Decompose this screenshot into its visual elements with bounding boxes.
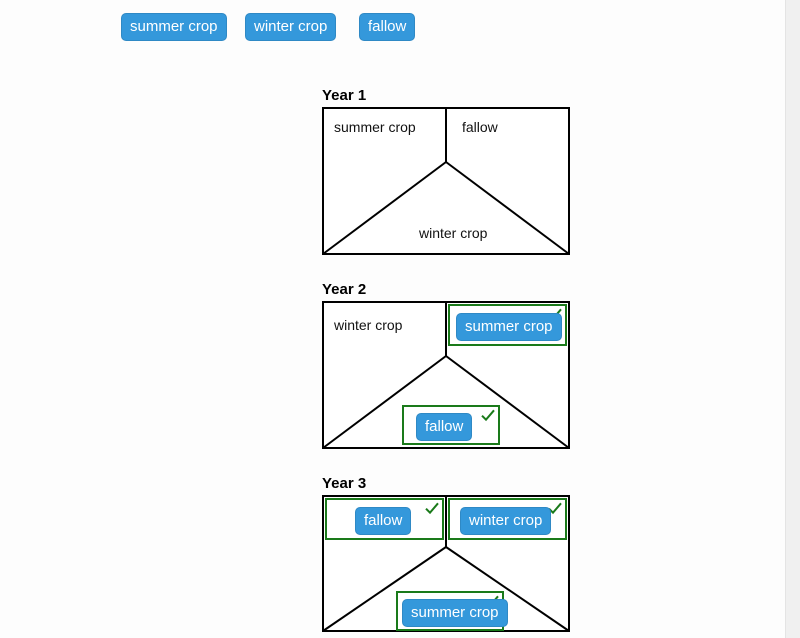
year1-field: summer crop fallow winter crop bbox=[322, 107, 570, 255]
year3-bottom-pill[interactable]: summer crop bbox=[402, 599, 508, 627]
year3-topleft-pill[interactable]: fallow bbox=[355, 507, 411, 535]
year3-topright-dropzone[interactable]: winter crop bbox=[448, 498, 567, 540]
year2-label: Year 2 bbox=[322, 281, 366, 298]
page-edge bbox=[785, 0, 800, 638]
year3-label: Year 3 bbox=[322, 475, 366, 492]
year2-bottom-pill[interactable]: fallow bbox=[416, 413, 472, 441]
year1-topleft-text: summer crop bbox=[334, 119, 416, 135]
year3-topleft-dropzone[interactable]: fallow bbox=[325, 498, 444, 540]
year1-bottom-text: winter crop bbox=[419, 225, 487, 241]
palette-pill-summer[interactable]: summer crop bbox=[121, 13, 227, 41]
check-icon bbox=[424, 500, 440, 516]
year3-field: fallow winter crop summer crop bbox=[322, 495, 570, 638]
year1-label: Year 1 bbox=[322, 87, 366, 104]
year2-topleft-text: winter crop bbox=[334, 317, 402, 333]
year2-field: winter crop summer crop fallow bbox=[322, 301, 570, 449]
year3-bottom-dropzone[interactable]: summer crop bbox=[396, 591, 504, 631]
year2-bottom-dropzone[interactable]: fallow bbox=[402, 405, 500, 445]
year1-topright-text: fallow bbox=[462, 119, 498, 135]
year3-topright-pill[interactable]: winter crop bbox=[460, 507, 551, 535]
year2-topright-pill[interactable]: summer crop bbox=[456, 313, 562, 341]
check-icon bbox=[480, 407, 496, 423]
palette-pill-winter[interactable]: winter crop bbox=[245, 13, 336, 41]
palette-pill-fallow[interactable]: fallow bbox=[359, 13, 415, 41]
year2-topright-dropzone[interactable]: summer crop bbox=[448, 304, 567, 346]
